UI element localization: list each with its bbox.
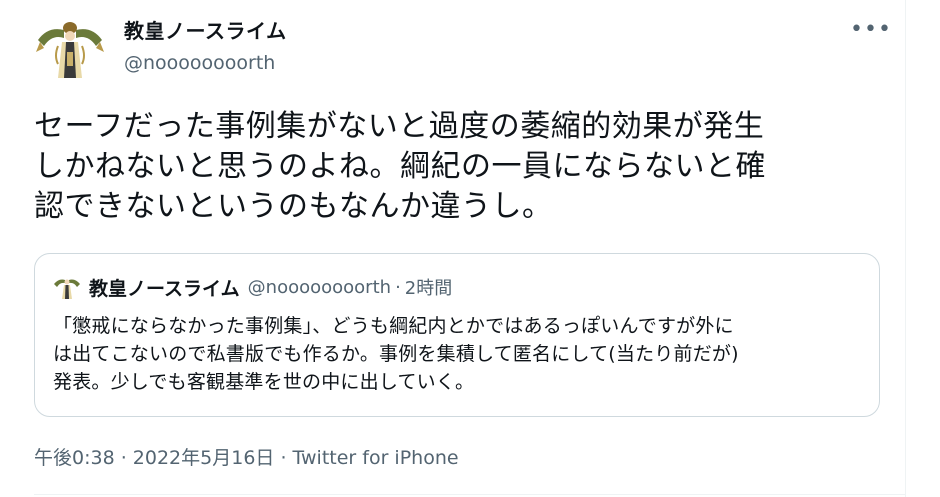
quoted-author-handle: @noooooooorth <box>247 276 392 298</box>
author-handle[interactable]: @noooooooorth <box>124 50 275 76</box>
divider <box>34 494 905 495</box>
meta-separator: · <box>114 447 133 469</box>
tweet-date[interactable]: 2022年5月16日 <box>133 447 275 469</box>
avatar[interactable] <box>34 12 106 84</box>
avatar-illustration <box>34 12 106 84</box>
quoted-author-name: 教皇ノースライム <box>89 277 240 300</box>
author-name[interactable]: 教皇ノースライム <box>124 17 287 45</box>
more-icon: ••• <box>850 17 892 42</box>
tweet-time[interactable]: 午後0:38 <box>34 447 115 469</box>
column-border <box>905 0 906 497</box>
tweet-source[interactable]: Twitter for iPhone <box>293 447 459 469</box>
more-button[interactable]: ••• <box>850 18 891 46</box>
quoted-timestamp[interactable]: 2時間 <box>405 274 452 300</box>
quoted-tweet-header: 教皇ノースライム @noooooooorth · 2時間 <box>53 272 452 302</box>
quoted-tweet[interactable]: 教皇ノースライム @noooooooorth · 2時間 「懲戒にならなかった事… <box>34 253 880 417</box>
quoted-tweet-text: 「懲戒にならなかった事例集」、どうも綱紀内とかではあるっぽいんですが外に は出て… <box>53 315 739 393</box>
meta-separator: · <box>274 447 293 469</box>
tweet-text: セーフだった事例集がないと過度の萎縮的効果が発生 しかねないと思うのよね。綱紀の… <box>34 109 766 224</box>
tweet-meta: 午後0:38 · 2022年5月16日 · Twitter for iPhone <box>34 444 459 472</box>
quoted-avatar <box>53 273 81 301</box>
quoted-separator: · <box>395 276 401 298</box>
